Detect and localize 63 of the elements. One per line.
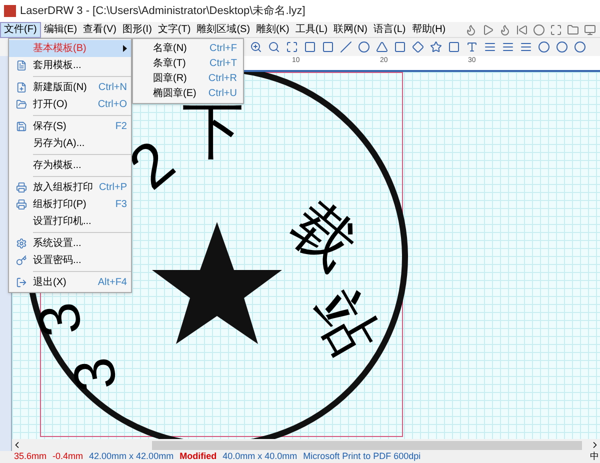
lines-icon[interactable] — [484, 41, 496, 53]
exit-icon — [16, 277, 26, 288]
menu-item[interactable]: 新建版面(N) Ctrl+N — [9, 79, 131, 96]
folder-icon[interactable] — [566, 24, 579, 36]
menu-item[interactable]: 设置密码... — [9, 252, 131, 269]
menu-item[interactable]: 帮助(H) — [408, 22, 449, 38]
flame-icon[interactable] — [498, 24, 511, 36]
menu-item[interactable]: 保存(S) F2 — [9, 118, 131, 135]
folder-icon — [16, 99, 26, 110]
status-size: 42.00mm x 42.00mm — [89, 450, 174, 463]
menu-item[interactable]: 雕刻区域(S) — [194, 22, 254, 38]
key-icon — [16, 255, 26, 266]
menu-item[interactable]: 名章(N) Ctrl+F — [133, 41, 243, 56]
star-icon[interactable] — [430, 41, 442, 53]
menu-item[interactable]: 图形(I) — [119, 22, 155, 38]
menu-item[interactable]: 套用模板... — [9, 57, 131, 74]
menu-item[interactable]: 联网(N) — [330, 22, 371, 38]
text-icon[interactable] — [466, 41, 478, 53]
menu-item[interactable]: 另存为(A)... — [9, 135, 131, 152]
menu-item[interactable]: 圆章(R) Ctrl+R — [133, 71, 243, 86]
menu-item[interactable]: 椭圆章(E) Ctrl+U — [133, 86, 243, 101]
submenu-arrow-icon — [123, 45, 127, 52]
save-icon — [16, 121, 26, 132]
menu-item[interactable]: 条章(T) Ctrl+T — [133, 56, 243, 71]
line-icon[interactable] — [340, 41, 352, 53]
triangle-icon[interactable] — [376, 41, 388, 53]
status-ime: 中 — [590, 450, 600, 463]
play-icon[interactable] — [482, 24, 494, 36]
status-page-size: 40.0mm x 40.0mm — [222, 450, 298, 463]
menu-item[interactable]: 语言(L) — [370, 22, 409, 38]
monitor-icon[interactable] — [584, 24, 596, 36]
menu-item[interactable]: 放入组板打印 Ctrl+P — [9, 179, 131, 196]
square-icon[interactable] — [394, 41, 406, 53]
menu-item[interactable]: 查看(V) — [80, 22, 120, 38]
menu-item[interactable]: 系统设置... — [9, 235, 131, 252]
menu-item[interactable]: 打开(O) Ctrl+O — [9, 96, 131, 113]
menu-item[interactable]: 工具(L) — [292, 22, 331, 38]
lines-icon[interactable] — [520, 41, 532, 53]
zoom-in-icon[interactable] — [250, 41, 262, 53]
settings-icon — [16, 238, 26, 249]
menu-item[interactable]: 编辑(E) — [40, 22, 80, 38]
menu-item[interactable]: 存为模板... — [9, 157, 131, 174]
skip-back-icon[interactable] — [516, 24, 528, 36]
window-title: LaserDRW 3 - [C:\Users\Administrator\Desktop\未命名.lyz] — [20, 4, 306, 19]
printer-icon — [16, 199, 26, 210]
menu-item[interactable]: 文件(F) — [0, 22, 41, 38]
app-icon — [4, 5, 16, 17]
status-x: 35.6mm — [14, 450, 47, 463]
status-y: -0.4mm — [52, 450, 84, 463]
new-document-icon — [16, 82, 26, 93]
status-modified: Modified — [180, 450, 217, 463]
lines-icon[interactable] — [502, 41, 514, 53]
printer-icon — [16, 182, 26, 193]
status-printer: Microsoft Print to PDF 600dpi — [303, 450, 421, 463]
rectangle-icon[interactable] — [322, 41, 334, 53]
menu-item[interactable]: 文字(T) — [154, 22, 194, 38]
menu-item[interactable]: 雕刻(K) — [253, 22, 292, 38]
zoom-icon[interactable] — [268, 41, 280, 53]
document-icon — [16, 60, 26, 71]
menu-item[interactable]: 退出(X) Alt+F4 — [9, 274, 131, 291]
menu-item[interactable]: 设置打印机... — [9, 213, 131, 230]
menu-item[interactable]: 组板打印(P) F3 — [9, 196, 131, 213]
diamond-icon[interactable] — [412, 41, 424, 53]
